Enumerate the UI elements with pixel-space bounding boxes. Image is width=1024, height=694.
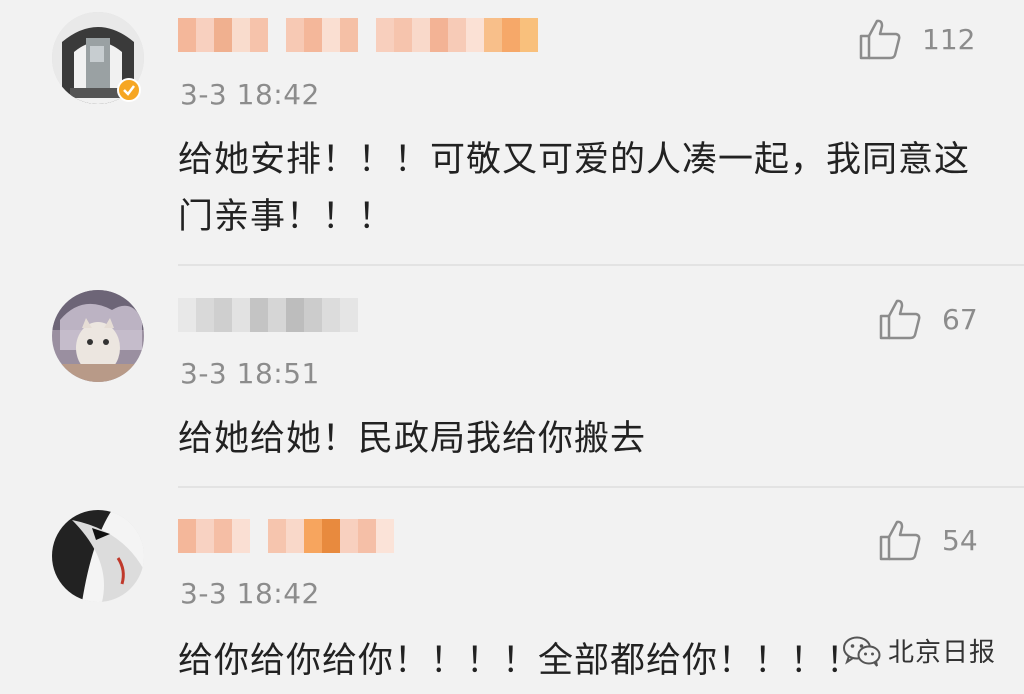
thumbs-up-icon	[878, 298, 922, 340]
username-redacted[interactable]	[178, 298, 358, 332]
comment-time: 3-3 18:51	[180, 357, 320, 390]
avatar-image	[52, 510, 144, 602]
verified-badge-icon	[117, 78, 141, 102]
thumbs-up-icon	[878, 519, 922, 561]
like-count: 67	[942, 302, 978, 336]
thumbs-up-icon	[858, 18, 902, 60]
source-watermark: 北京日报	[842, 632, 996, 669]
avatar-image	[52, 290, 144, 382]
comment-time: 3-3 18:42	[180, 78, 320, 111]
username-redacted[interactable]	[178, 519, 394, 553]
like-button[interactable]: 54	[878, 519, 978, 561]
wechat-icon	[842, 635, 882, 667]
username-redacted[interactable]	[178, 18, 538, 52]
like-button[interactable]: 67	[878, 298, 978, 340]
comment-text: 给她安排！！！可敬又可爱的人凑一起，我同意这门亲事！！！	[178, 140, 971, 237]
comment-time: 3-3 18:42	[180, 577, 320, 610]
comment-item: 3-3 18:42 给她安排！！！可敬又可爱的人凑一起，我同意这门亲事！！！ 1…	[0, 0, 1024, 266]
comment-text: 给她给她！民政局我给你搬去	[178, 419, 647, 459]
comment-list: 3-3 18:42 给她安排！！！可敬又可爱的人凑一起，我同意这门亲事！！！ 1…	[0, 0, 1024, 694]
comment-item: 3-3 18:51 给她给她！民政局我给你搬去 67	[0, 265, 1024, 488]
like-count: 54	[942, 523, 978, 557]
avatar[interactable]	[52, 290, 144, 382]
avatar[interactable]	[52, 510, 144, 602]
like-count: 112	[922, 22, 976, 56]
like-button[interactable]: 112	[858, 18, 975, 60]
watermark-text: 北京日报	[888, 638, 997, 668]
